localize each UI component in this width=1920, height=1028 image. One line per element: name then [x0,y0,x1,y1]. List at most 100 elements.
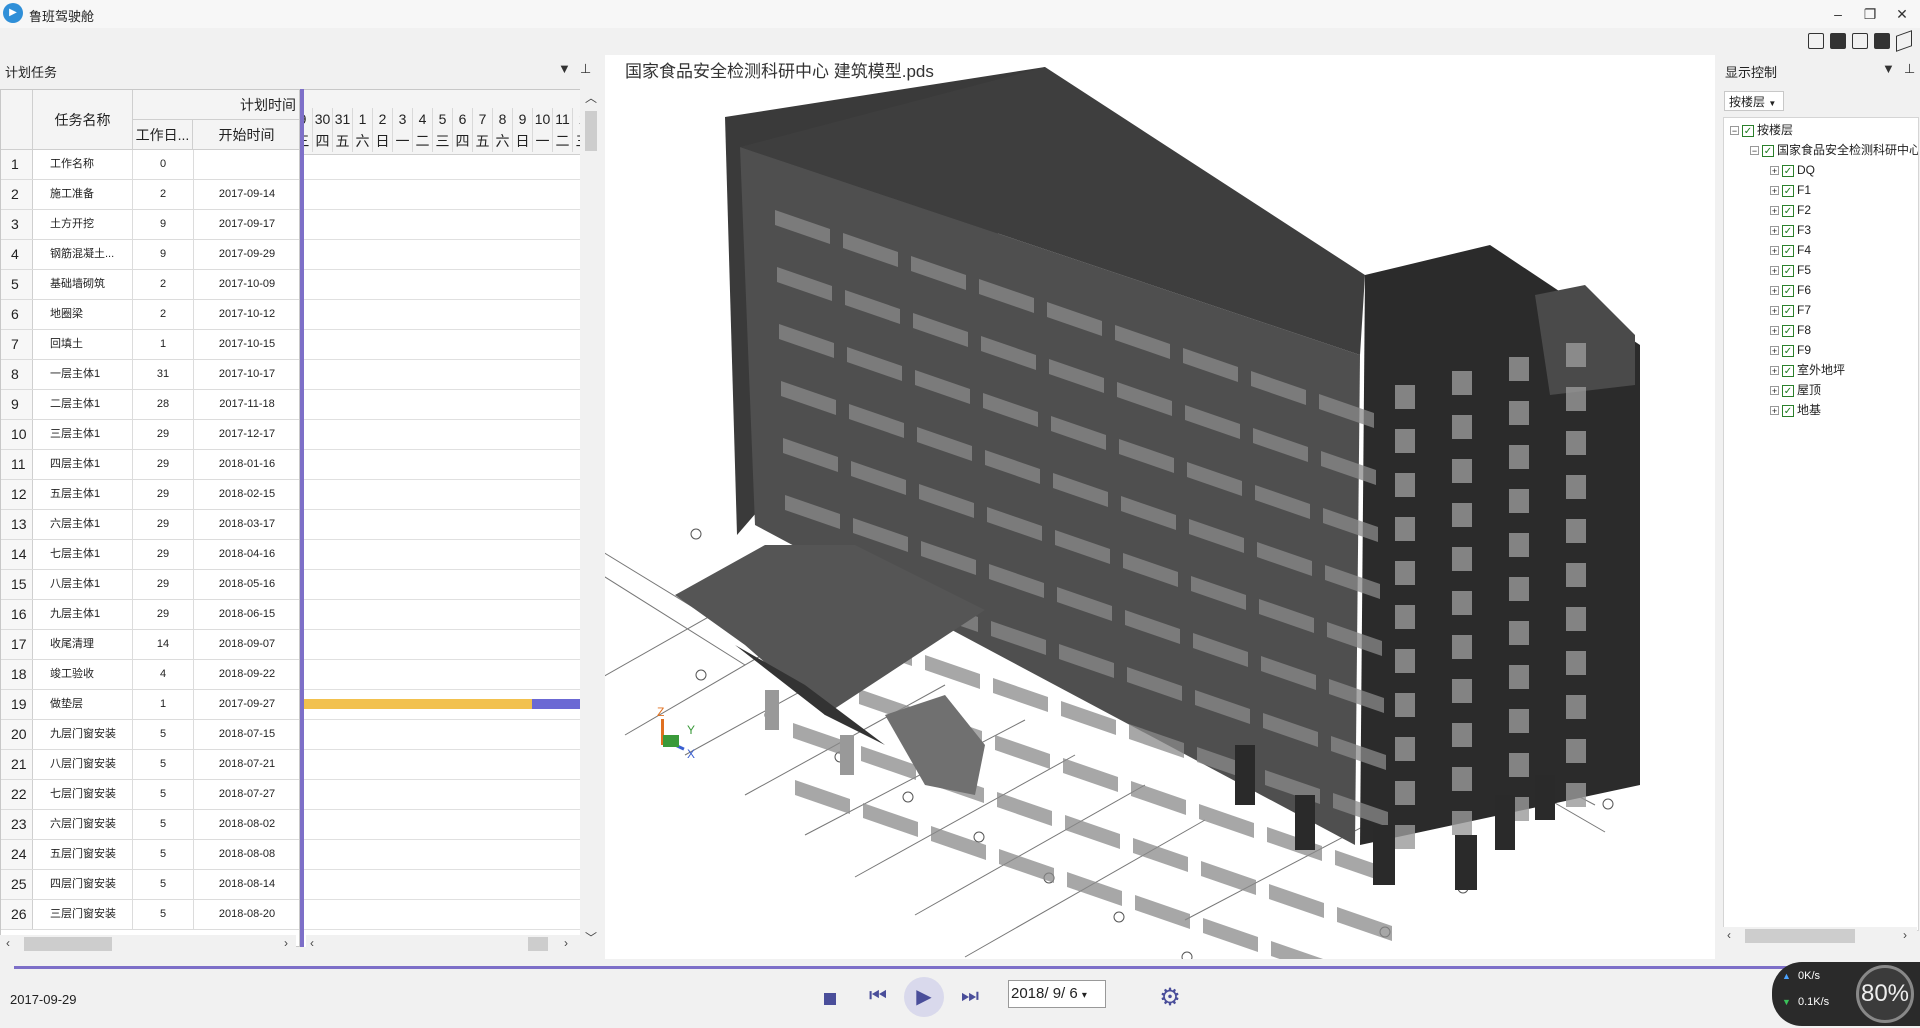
date-picker[interactable]: 2018/ 9/ 6 ▾ [1008,980,1106,1008]
scroll-thumb[interactable] [1745,929,1855,943]
start-time-cell[interactable]: 2018-07-27 [193,780,299,809]
work-days-cell[interactable]: 29 [133,570,194,599]
checkbox-checked-icon[interactable]: ✓ [1742,124,1754,137]
table-row[interactable]: 8 一层主体1 31 2017-10-17 [1,360,299,390]
work-days-cell[interactable]: 1 [133,330,194,359]
model-viewport[interactable]: 国家食品安全检测科研中心 建筑模型.pds Z Y X [605,55,1715,959]
start-time-cell[interactable]: 2017-09-29 [193,240,299,269]
work-days-cell[interactable]: 14 [133,630,194,659]
task-name-cell[interactable]: 收尾清理 [33,630,133,659]
task-name-cell[interactable]: 一层主体1 [33,360,133,389]
collapse-icon[interactable]: − [1730,126,1739,136]
checkbox-checked-icon[interactable]: ✓ [1782,324,1794,337]
task-name-cell[interactable]: 八层门窗安装 [33,750,133,779]
work-days-cell[interactable]: 5 [133,810,194,839]
work-days-cell[interactable]: 9 [133,240,194,269]
checkbox-checked-icon[interactable]: ✓ [1782,204,1794,217]
expand-icon[interactable]: + [1770,366,1779,376]
expand-icon[interactable]: + [1770,166,1779,176]
expand-icon[interactable]: + [1770,386,1779,396]
task-name-cell[interactable]: 九层主体1 [33,600,133,629]
start-time-cell[interactable]: 2018-08-14 [193,870,299,899]
table-row[interactable]: 7 回填土 1 2017-10-15 [1,330,299,360]
table-row[interactable]: 2 施工准备 2 2017-09-14 [1,180,299,210]
scroll-right-icon[interactable]: › [284,936,288,950]
task-name-cell[interactable]: 二层主体1 [33,390,133,419]
minimize-button[interactable]: – [1826,4,1850,24]
table-row[interactable]: 23 六层门窗安装 5 2018-08-02 [1,810,299,840]
scroll-right-icon[interactable]: › [564,936,568,950]
work-days-cell[interactable]: 4 [133,660,194,689]
table-row[interactable]: 25 四层门窗安装 5 2018-08-14 [1,870,299,900]
gantt-horizontal-scrollbar[interactable]: ‹ › [306,935,580,953]
checkbox-checked-icon[interactable]: ✓ [1782,344,1794,357]
task-name-cell[interactable]: 竣工验收 [33,660,133,689]
work-days-cell[interactable]: 5 [133,900,194,929]
work-days-cell[interactable]: 5 [133,840,194,869]
task-name-cell[interactable]: 三层主体1 [33,420,133,449]
task-name-cell[interactable]: 五层门窗安装 [33,840,133,869]
checkbox-checked-icon[interactable]: ✓ [1782,404,1794,417]
work-days-cell[interactable]: 2 [133,300,194,329]
task-name-cell[interactable]: 七层主体1 [33,540,133,569]
work-days-cell[interactable]: 5 [133,720,194,749]
table-row[interactable]: 24 五层门窗安装 5 2018-08-08 [1,840,299,870]
checkbox-checked-icon[interactable]: ✓ [1782,284,1794,297]
previous-button[interactable]: ⏮ [864,985,892,1008]
start-time-cell[interactable]: 2018-09-22 [193,660,299,689]
work-days-cell[interactable]: 29 [133,480,194,509]
tree-root[interactable]: − ✓ 按楼层 [1730,120,1793,140]
task-name-cell[interactable]: 土方开挖 [33,210,133,239]
tree-floor-item[interactable]: + ✓ F9 [1770,340,1811,360]
table-row[interactable]: 5 基础墙砌筑 2 2017-10-09 [1,270,299,300]
task-name-cell[interactable]: 六层门窗安装 [33,810,133,839]
gantt-bar-blue[interactable] [532,699,580,709]
tree-floor-item[interactable]: + ✓ F4 [1770,240,1811,260]
task-name-cell[interactable]: 六层主体1 [33,510,133,539]
work-days-cell[interactable]: 1 [133,690,194,719]
start-time-cell[interactable]: 2018-09-07 [193,630,299,659]
task-name-cell[interactable]: 四层主体1 [33,450,133,479]
table-row[interactable]: 21 八层门窗安装 5 2018-07-21 [1,750,299,780]
checkbox-checked-icon[interactable]: ✓ [1782,184,1794,197]
checkbox-checked-icon[interactable]: ✓ [1782,304,1794,317]
start-time-cell[interactable]: 2017-12-17 [193,420,299,449]
start-time-cell[interactable]: 2017-10-09 [193,270,299,299]
tree-floor-item[interactable]: + ✓ F2 [1770,200,1811,220]
expand-icon[interactable]: + [1770,226,1779,236]
task-name-cell[interactable]: 五层主体1 [33,480,133,509]
tree-floor-item[interactable]: + ✓ F8 [1770,320,1811,340]
pin-icon[interactable]: ⊥ [580,61,591,77]
task-name-cell[interactable]: 三层门窗安装 [33,900,133,929]
start-time-cell[interactable]: 2017-09-17 [193,210,299,239]
work-days-cell[interactable]: 29 [133,510,194,539]
work-days-cell[interactable]: 5 [133,780,194,809]
work-days-cell[interactable]: 2 [133,180,194,209]
performance-gauge[interactable]: 80% [1856,965,1914,1023]
start-time-cell[interactable]: 2017-10-17 [193,360,299,389]
cube-icon[interactable] [1874,33,1890,49]
expand-icon[interactable]: + [1770,266,1779,276]
task-name-cell[interactable]: 施工准备 [33,180,133,209]
table-row[interactable]: 3 土方开挖 9 2017-09-17 [1,210,299,240]
timeline-progress[interactable] [14,966,1894,969]
tree-floor-item[interactable]: + ✓ F7 [1770,300,1811,320]
tree-floor-item[interactable]: + ✓ 地基 [1770,400,1821,420]
table-row[interactable]: 6 地圈梁 2 2017-10-12 [1,300,299,330]
tree-floor-item[interactable]: + ✓ F1 [1770,180,1811,200]
table-row[interactable]: 13 六层主体1 29 2018-03-17 [1,510,299,540]
work-days-cell[interactable]: 29 [133,450,194,479]
scroll-right-icon[interactable]: › [1903,928,1907,942]
start-time-cell[interactable]: 2017-10-12 [193,300,299,329]
start-time-cell[interactable]: 2017-09-14 [193,180,299,209]
table-row[interactable]: 9 二层主体1 28 2017-11-18 [1,390,299,420]
checkbox-checked-icon[interactable]: ✓ [1782,164,1794,177]
tree-floor-item[interactable]: + ✓ DQ [1770,160,1815,180]
start-time-cell[interactable]: 2017-11-18 [193,390,299,419]
work-days-cell[interactable]: 5 [133,870,194,899]
expand-icon[interactable]: + [1770,206,1779,216]
table-row[interactable]: 19 做垫层 1 2017-09-27 [1,690,299,720]
start-time-cell[interactable]: 2018-07-21 [193,750,299,779]
start-time-cell[interactable]: 2018-03-17 [193,510,299,539]
tree-floor-item[interactable]: + ✓ F5 [1770,260,1811,280]
